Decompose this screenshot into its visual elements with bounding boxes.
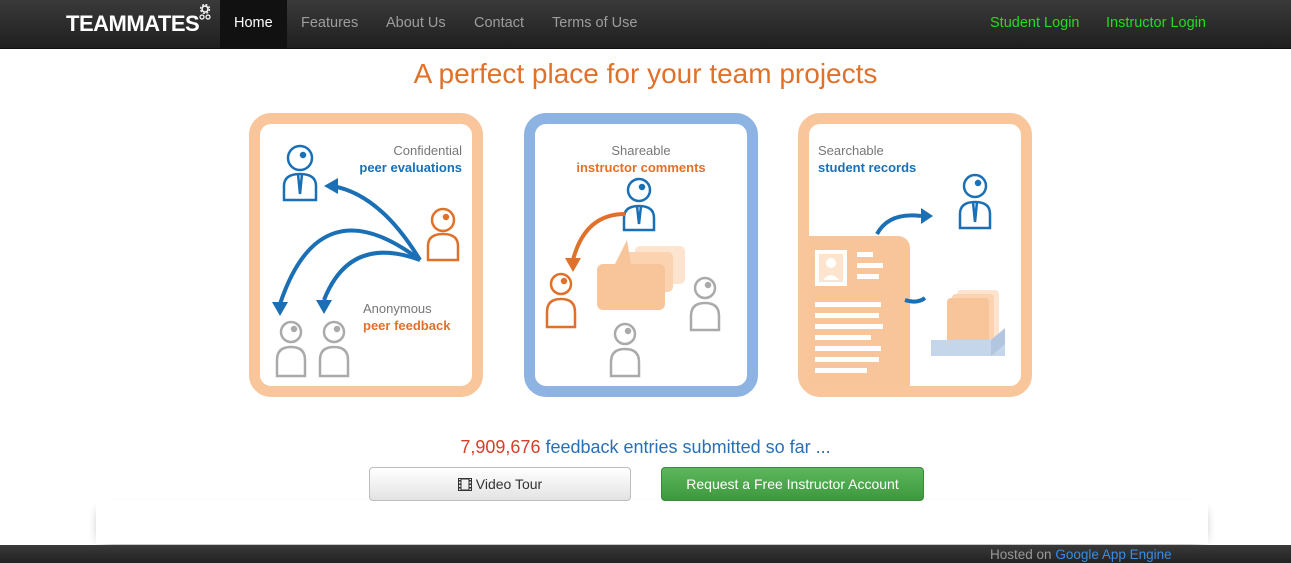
- panel1-line1: Confidential: [393, 143, 462, 158]
- panel-student-records: Searchable student records: [798, 113, 1032, 397]
- nav-features[interactable]: Features: [301, 0, 358, 48]
- top-navbar: TEAMMATES Home Features About Us Contact…: [0, 0, 1291, 49]
- file-box-icon: [931, 290, 1005, 356]
- page-headline: A perfect place for your team projects: [413, 58, 878, 89]
- student-person-icon: [958, 173, 992, 230]
- gear-icon: [199, 4, 211, 20]
- panel1-line3: Anonymous: [363, 301, 432, 316]
- content-shadow-panel: [96, 500, 1208, 544]
- panel-peer-evaluations: Confidential peer evaluations Anonymous …: [249, 113, 483, 397]
- nav-contact[interactable]: Contact: [474, 0, 524, 48]
- nav-about-us[interactable]: About Us: [386, 0, 446, 48]
- student-login-link[interactable]: Student Login: [990, 0, 1080, 48]
- feedback-count-text: feedback entries submitted so far ...: [545, 437, 831, 457]
- panel3-line1: Searchable: [818, 143, 884, 158]
- record-card-icon: [809, 236, 910, 386]
- panel3-line2: student records: [818, 160, 917, 175]
- student-person-icon: [426, 207, 460, 262]
- footer-prefix: Hosted on: [990, 547, 1052, 562]
- nav-home[interactable]: Home: [220, 0, 287, 48]
- brand-logo[interactable]: TEAMMATES: [66, 11, 200, 37]
- instructor-login-link[interactable]: Instructor Login: [1106, 0, 1206, 48]
- video-tour-button[interactable]: Video Tour: [369, 467, 631, 501]
- google-app-engine-link[interactable]: Google App Engine: [1055, 547, 1171, 562]
- feedback-counter: 7,909,676 feedback entries submitted so …: [0, 436, 1291, 458]
- student-person-icon: [545, 272, 577, 329]
- panel1-line4: peer feedback: [363, 318, 451, 333]
- speech-bubble-icon: [597, 240, 685, 310]
- footer-hosted-text: Hosted on Google App Engine: [990, 547, 1172, 563]
- instructor-person-icon: [622, 177, 656, 232]
- feedback-arrows: [278, 184, 422, 305]
- panel2-line1: Shareable: [611, 143, 671, 158]
- panel-instructor-comments: Shareable instructor comments: [524, 113, 758, 397]
- panel2-line2: instructor comments: [576, 160, 706, 175]
- video-tour-label: Video Tour: [475, 476, 543, 492]
- panel1-line2: peer evaluations: [359, 160, 462, 175]
- request-instructor-account-button[interactable]: Request a Free Instructor Account: [661, 467, 924, 501]
- nav-terms-of-use[interactable]: Terms of Use: [552, 0, 637, 48]
- instructor-person-icon: [282, 144, 318, 202]
- footer-bar: Hosted on Google App Engine: [0, 545, 1291, 563]
- film-icon: [457, 478, 472, 491]
- anonymous-person-icon: [275, 320, 350, 378]
- feedback-count-number: 7,909,676: [460, 437, 541, 457]
